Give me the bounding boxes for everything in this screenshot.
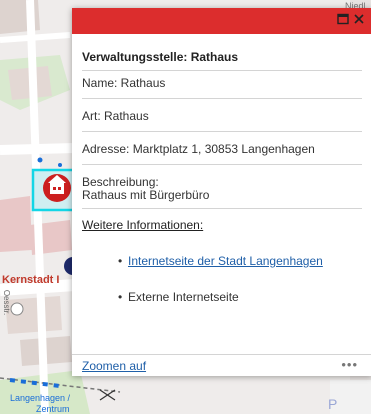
popup-title: Verwaltungsstelle: Rathaus xyxy=(82,50,239,64)
art-line: Art: Rathaus xyxy=(82,109,149,123)
popup-header xyxy=(72,8,371,34)
divider xyxy=(82,164,362,165)
address-line: Adresse: Marktplatz 1, 30853 Langenhagen xyxy=(82,142,315,156)
divider xyxy=(82,98,362,99)
more-info-label: Weitere Informationen: xyxy=(82,218,204,232)
footer-divider xyxy=(72,354,371,355)
divider xyxy=(82,70,362,71)
map-station-label-1: Langenhagen / xyxy=(10,393,71,403)
bullet-icon: • xyxy=(118,290,123,304)
feature-popup: Verwaltungsstelle: Rathaus Name: Rathaus… xyxy=(72,8,371,376)
city-website-link[interactable]: Internetseite der Stadt Langenhagen xyxy=(128,254,323,268)
name-line: Name: Rathaus xyxy=(82,76,166,90)
description-value: Rathaus mit Bürgerbüro xyxy=(82,188,210,202)
bullet-icon: • xyxy=(118,254,123,268)
window-maximize-icon[interactable] xyxy=(337,13,350,26)
more-actions-button[interactable]: ••• xyxy=(341,357,358,372)
map-station-label-2: Zentrum xyxy=(36,404,70,414)
map-district-label: Kernstadt I xyxy=(2,274,60,286)
description-label: Beschreibung: xyxy=(82,175,159,189)
external-website-label: Externe Internetseite xyxy=(128,290,239,304)
divider xyxy=(82,208,362,209)
map-vertical-street-label: Oesstr. xyxy=(2,289,12,316)
map-poi-label: P xyxy=(328,396,338,412)
close-icon[interactable] xyxy=(353,13,366,26)
zoom-to-button[interactable]: Zoomen auf xyxy=(82,359,146,373)
divider xyxy=(82,131,362,132)
